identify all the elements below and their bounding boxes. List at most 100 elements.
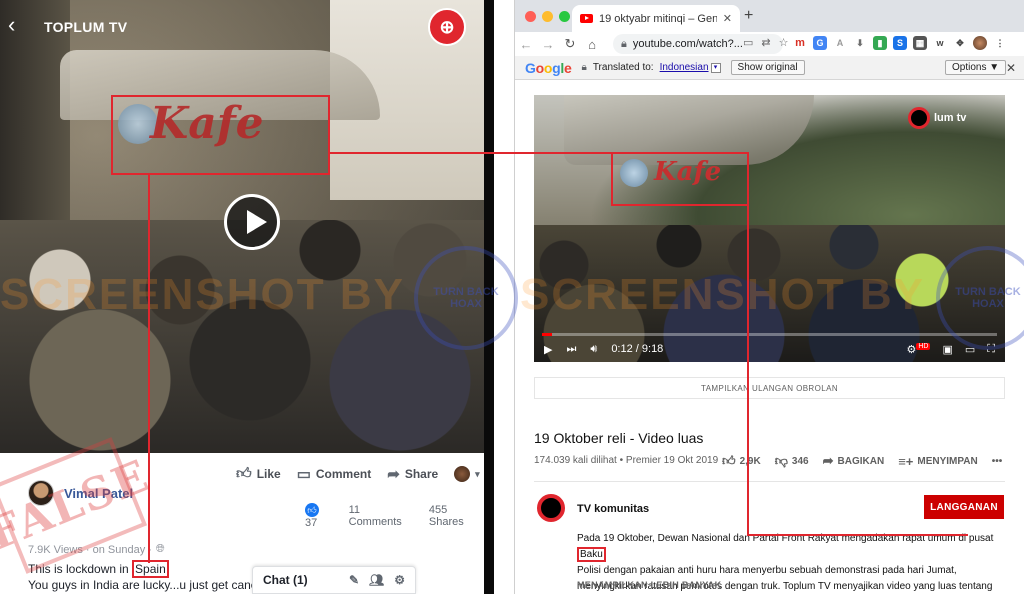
kafe-sign: Kafe: [654, 157, 722, 187]
player-controls: ▶ ⏭︎ 🔊︎ 0:12 / 9:18 ⚙ HD ▣ ▭ ⛶: [534, 338, 1005, 360]
share-button[interactable]: ➦ Share: [387, 465, 438, 483]
share-arrow-icon: ➦: [387, 466, 400, 483]
time-display: 0:12 / 9:18: [611, 343, 664, 355]
channel-logo: ⊕: [428, 8, 466, 46]
reaction-avatar-dropdown[interactable]: ▾: [454, 466, 480, 482]
settings-gear-icon[interactable]: ⚙ HD: [906, 342, 931, 356]
window-controls: [525, 11, 570, 22]
video-scene-crowd: [0, 220, 484, 453]
share-label: BAGIKAN: [837, 455, 885, 467]
video-title: 19 Oktober reli - Video luas: [534, 430, 704, 446]
google-logo-o1: o: [535, 59, 545, 76]
back-chevron-icon[interactable]: ‹: [8, 12, 15, 38]
comment-button[interactable]: ▭ Comment: [297, 465, 372, 483]
lock-icon: 🔒︎: [621, 37, 627, 50]
home-icon[interactable]: ⌂: [581, 37, 603, 52]
chat-bar[interactable]: Chat (1) ✎ 👥︎ ⚙: [252, 566, 416, 594]
channel-avatar[interactable]: [537, 494, 565, 522]
cast-icon[interactable]: ▭: [743, 36, 753, 49]
compose-icon[interactable]: ✎: [349, 573, 359, 587]
fullscreen-icon[interactable]: ⛶: [987, 343, 995, 356]
progress-bar-fill: [542, 333, 552, 336]
save-button[interactable]: ≡+ MENYIMPAN: [898, 454, 978, 469]
show-chat-replay-button[interactable]: TAMPILKAN ULANGAN OBROLAN: [534, 377, 1005, 399]
close-icon[interactable]: ✕: [723, 12, 732, 25]
comments-count[interactable]: 11 Comments: [349, 504, 415, 528]
google-logo-e: e: [563, 59, 572, 76]
tab-title: 19 oktyabr mitinqi – Geniş video: [599, 12, 717, 25]
reload-icon[interactable]: ↻: [559, 36, 581, 52]
show-more-button[interactable]: MENAMPILKAN LEBIH BANYAK: [577, 580, 721, 590]
star-icon[interactable]: ☆: [779, 36, 789, 49]
like-button[interactable]: 👍︎ Like: [236, 465, 281, 483]
like-button[interactable]: 👍︎ 2,9K: [722, 453, 761, 469]
kafe-sign-globe: [620, 159, 648, 187]
globe-icon: 🌐︎: [155, 543, 165, 555]
minimize-window-button[interactable]: [542, 11, 553, 22]
extension-a-icon[interactable]: A: [833, 36, 847, 50]
play-button[interactable]: [224, 194, 280, 250]
video-scene-awning: [564, 95, 814, 165]
google-logo-g: G: [525, 59, 536, 76]
profile-avatar[interactable]: [973, 36, 987, 50]
people-icon[interactable]: 👥︎: [369, 573, 384, 587]
tab-youtube[interactable]: 19 oktyabr mitinqi – Geniş video ✕: [572, 5, 740, 32]
share-arrow-icon: ➦: [822, 453, 834, 468]
channel-name[interactable]: TV komunitas: [577, 503, 649, 515]
close-icon[interactable]: ✕: [1006, 61, 1016, 75]
extension-translate-icon[interactable]: G: [813, 36, 827, 50]
reactions-count[interactable]: 👍︎37: [305, 503, 335, 529]
forward-arrow-icon[interactable]: →: [537, 37, 559, 52]
chevron-down-icon: ▾: [475, 468, 480, 479]
extension-calendar-icon[interactable]: ▦: [913, 36, 927, 50]
description-line1: Pada 19 Oktober, Dewan Nasional dan Part…: [577, 531, 1005, 563]
target-language-link[interactable]: Indonesian: [660, 62, 709, 73]
google-logo-o2: o: [543, 59, 553, 76]
next-icon[interactable]: ⏭︎: [566, 343, 576, 356]
menu-kebab-icon[interactable]: ⋮: [993, 36, 1007, 50]
youtube-favicon-icon: [580, 14, 593, 23]
more-options-icon[interactable]: •••: [992, 456, 1003, 467]
url-text: youtube.com/watch?...: [632, 38, 743, 50]
language-dropdown-icon[interactable]: ▾: [710, 62, 721, 73]
show-original-button[interactable]: Show original: [730, 60, 805, 75]
description-prefix: Pada 19 Oktober, Dewan Nasional dan Part…: [577, 533, 994, 544]
google-logo: Google: [525, 59, 572, 76]
browser-window: 19 oktyabr mitinqi – Geniş video ✕ + ← →…: [514, 0, 1024, 594]
volume-icon[interactable]: 🔊︎: [590, 343, 597, 356]
translate-icon[interactable]: ⇄: [761, 36, 770, 49]
new-tab-plus-icon[interactable]: +: [744, 7, 753, 25]
save-label: MENYIMPAN: [917, 455, 978, 467]
post-stats: 👍︎37 11 Comments 455 Shares: [305, 503, 484, 529]
extension-m-icon[interactable]: m: [793, 36, 807, 50]
extension-s-icon[interactable]: S: [893, 36, 907, 50]
facebook-video-player[interactable]: Kafe ‹ TOPLUM TV ⊕: [0, 0, 484, 453]
extension-green-icon[interactable]: ▮: [873, 36, 887, 50]
shares-count[interactable]: 455 Shares: [429, 504, 484, 528]
play-icon[interactable]: ▶: [544, 343, 552, 356]
maximize-window-button[interactable]: [559, 11, 570, 22]
theater-mode-icon[interactable]: ▭: [965, 343, 975, 356]
miniplayer-icon[interactable]: ▣: [942, 343, 952, 356]
close-window-button[interactable]: [525, 11, 536, 22]
back-arrow-icon[interactable]: ←: [515, 37, 537, 52]
subscribe-button[interactable]: LANGGANAN: [924, 495, 1004, 519]
extension-pin-icon[interactable]: ⬇: [853, 36, 867, 50]
like-label: Like: [256, 467, 281, 481]
baku-highlight: Baku: [577, 547, 606, 562]
thumbs-up-icon: 👍︎: [722, 453, 736, 468]
progress-bar[interactable]: [542, 333, 997, 336]
youtube-video-player[interactable]: Kafe lum tv ▶ ⏭︎ 🔊︎ 0:12 / 9:18 ⚙ HD ▣ ▭ …: [534, 95, 1005, 362]
tab-strip: 19 oktyabr mitinqi – Geniş video ✕ +: [515, 0, 1024, 32]
share-button[interactable]: ➦ BAGIKAN: [823, 453, 885, 469]
post-description-line2: You guys in India are lucky...u just get…: [28, 578, 271, 592]
gear-icon[interactable]: ⚙: [394, 573, 405, 587]
extension-wb-icon[interactable]: w: [933, 36, 947, 50]
toplum-tv-logo-icon: [908, 107, 930, 129]
translated-to-label: Translated to:: [592, 62, 654, 73]
dislike-button[interactable]: 👎︎ 346: [775, 453, 809, 469]
thumbs-up-icon: 👍︎: [236, 465, 252, 482]
extension-puzzle-icon[interactable]: ✥: [953, 36, 967, 50]
translate-options-button[interactable]: Options ▼: [945, 60, 1007, 75]
like-badge-icon: 👍︎: [305, 503, 319, 517]
